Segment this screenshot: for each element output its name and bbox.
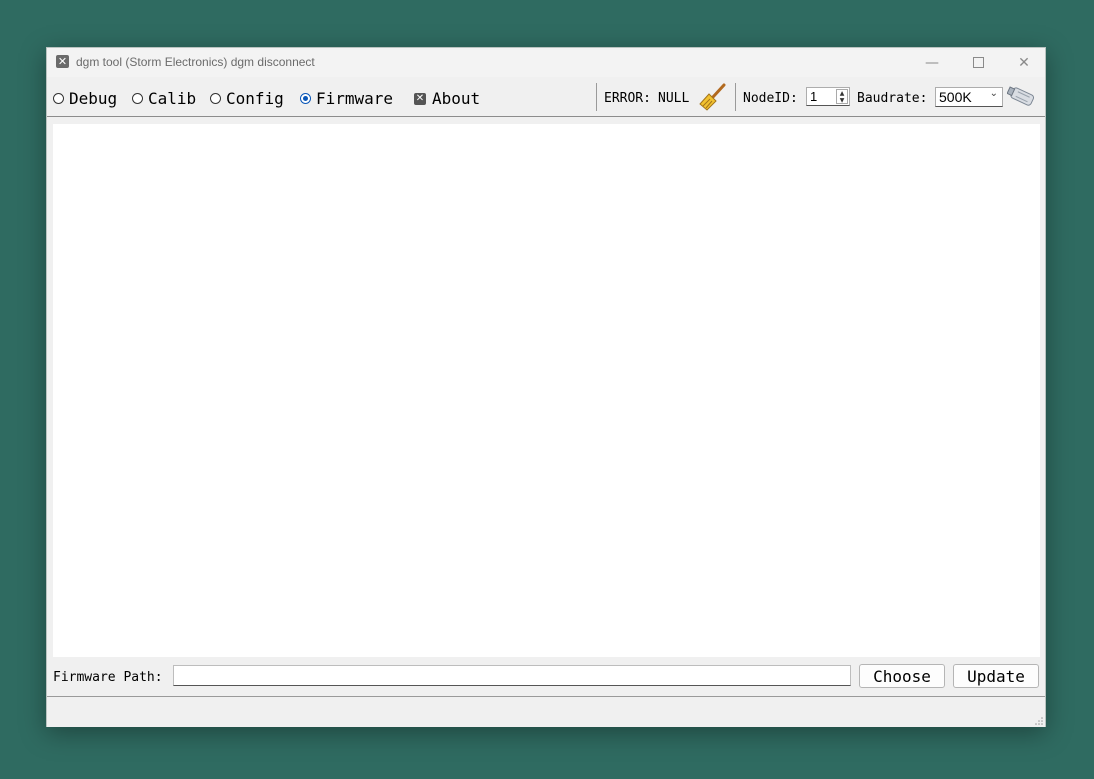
usb-adapter-icon[interactable] (1007, 83, 1037, 111)
baudrate-label: Baudrate: (857, 91, 928, 106)
radio-circle[interactable] (132, 93, 143, 104)
chevron-down-icon: ⌄ (989, 88, 998, 99)
baudrate-value: 500K (939, 89, 972, 105)
radio-circle[interactable] (210, 93, 221, 104)
radio-circle[interactable] (53, 93, 64, 104)
app-window: ✕ dgm tool (Storm Electronics) dgm disco… (46, 47, 1046, 727)
app-icon: ✕ (56, 55, 69, 68)
toolbar: Debug Calib Config Firmware ✕ About ERRO… (47, 77, 1045, 117)
error-value: NULL (658, 91, 690, 106)
close-icon: ✕ (1018, 54, 1030, 71)
about-button[interactable]: ✕ About (414, 89, 480, 108)
minimize-button[interactable]: — (909, 48, 955, 77)
radio-config[interactable]: Config (210, 89, 284, 108)
radio-circle[interactable] (300, 93, 311, 104)
radio-firmware-label: Firmware (316, 89, 394, 108)
close-button[interactable]: ✕ (1001, 48, 1047, 77)
nodeid-value[interactable]: 1 (810, 89, 817, 104)
firmware-log-area[interactable] (53, 124, 1040, 657)
about-icon: ✕ (414, 92, 426, 105)
firmware-path-label: Firmware Path: (53, 670, 163, 685)
update-button[interactable]: Update (953, 664, 1039, 688)
maximize-button[interactable] (955, 48, 1001, 77)
spin-arrows-icon[interactable]: ▲ ▼ (836, 89, 848, 104)
radio-debug-label: Debug (69, 89, 118, 108)
title-bar[interactable]: ✕ dgm tool (Storm Electronics) dgm disco… (47, 48, 1045, 77)
radio-calib[interactable]: Calib (132, 89, 196, 108)
maximize-icon (972, 57, 984, 68)
radio-calib-label: Calib (148, 89, 197, 108)
toolbar-separator (735, 83, 736, 111)
about-label: About (432, 89, 481, 108)
nodeid-label: NodeID: (743, 91, 798, 106)
toolbar-separator (596, 83, 597, 111)
error-label: ERROR: (604, 91, 651, 106)
radio-debug[interactable]: Debug (53, 89, 117, 108)
broom-icon[interactable] (698, 82, 728, 112)
resize-grip-icon[interactable] (1035, 717, 1043, 725)
nodeid-spinbox[interactable]: 1 ▲ ▼ (806, 87, 850, 106)
radio-firmware[interactable]: Firmware (300, 89, 393, 108)
radio-config-label: Config (226, 89, 284, 108)
choose-button[interactable]: Choose (859, 664, 945, 688)
firmware-path-input[interactable] (173, 665, 851, 686)
baudrate-select[interactable]: 500K ⌄ (935, 87, 1003, 107)
minimize-icon: — (925, 54, 939, 71)
status-bar (47, 696, 1045, 727)
window-title: dgm tool (Storm Electronics) dgm disconn… (76, 55, 315, 69)
